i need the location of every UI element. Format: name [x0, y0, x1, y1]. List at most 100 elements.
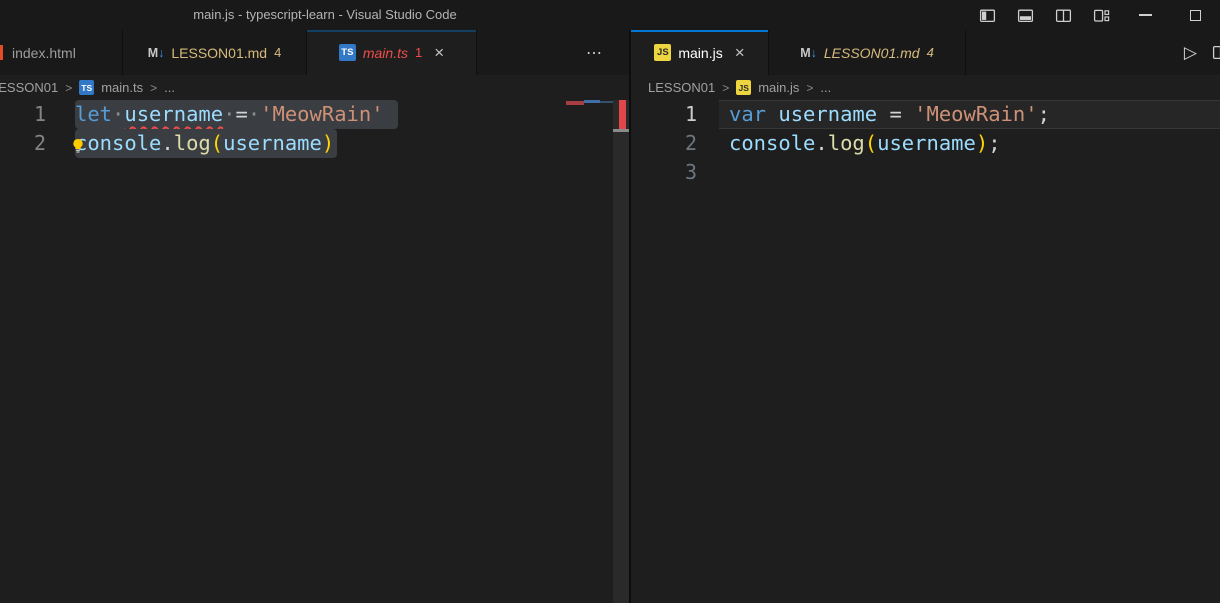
run-file-button[interactable]: ▷ — [1184, 44, 1197, 61]
code-line[interactable]: 1 var username = 'MeowRain'; — [631, 100, 1220, 129]
right-breadcrumbs: LESSON01 > JS main.js > ... — [631, 75, 1220, 100]
tab-overflow-button[interactable]: ⋯ — [582, 41, 607, 65]
toggle-panel-icon[interactable] — [1006, 0, 1044, 30]
code-token: 'MeowRain' — [260, 102, 383, 126]
line-number: 2 — [0, 129, 46, 158]
chevron-right-icon: > — [65, 81, 72, 95]
code-token: log — [174, 131, 211, 155]
right-editor[interactable]: 1 var username = 'MeowRain'; 2 console.log(… — [631, 100, 1220, 603]
tab-main-js[interactable]: JS main.js × — [631, 30, 769, 75]
editor-actions: ▷ — [1184, 44, 1220, 61]
chevron-right-icon: > — [806, 81, 813, 95]
left-tab-bar: index.html M↓ LESSON01.md 4 TS main.ts 1… — [0, 30, 629, 75]
code-line[interactable]: 2 console.log(username) — [0, 129, 629, 158]
maximize-button[interactable] — [1170, 0, 1220, 30]
close-icon[interactable]: × — [735, 44, 745, 61]
lightbulb-icon[interactable] — [70, 133, 86, 162]
code-token: username — [877, 131, 976, 155]
titlebar-controls — [968, 0, 1220, 30]
code-token: log — [828, 131, 865, 155]
problems-badge: 4 — [927, 45, 934, 60]
tab-label: index.html — [12, 45, 76, 61]
code-token: . — [161, 131, 173, 155]
code-token: · — [223, 102, 235, 126]
line-number: 3 — [631, 158, 697, 187]
code-token: = — [235, 102, 247, 126]
typescript-icon: TS — [339, 44, 356, 61]
code-token: · — [112, 102, 124, 126]
chevron-right-icon: > — [150, 81, 157, 95]
selection-highlight: console.log(username) — [75, 129, 337, 158]
code-line[interactable]: 1let·username·=·'MeowRain' — [0, 100, 629, 129]
left-editor[interactable]: 1let·username·=·'MeowRain'2console.log(u… — [0, 100, 629, 603]
tab-lesson01-md-right[interactable]: M↓ LESSON01.md 4 — [769, 30, 966, 75]
minimap-line2-mark — [584, 100, 600, 103]
code-token — [902, 102, 914, 126]
code-token: · — [248, 102, 260, 126]
tab-label: LESSON01.md — [171, 45, 267, 61]
code-line[interactable]: 3 — [631, 158, 1220, 187]
code-token: username — [223, 131, 322, 155]
code-token: username — [778, 102, 877, 126]
split-editor-button[interactable] — [1212, 44, 1220, 61]
code-text: var username = 'MeowRain'; — [729, 100, 1050, 129]
code-text: let·username·=·'MeowRain' — [75, 100, 398, 129]
line-number: 1 — [631, 100, 697, 129]
minimize-icon — [1139, 14, 1152, 16]
code-token: ; — [1038, 102, 1050, 126]
selection-highlight: let·username·=·'MeowRain' — [75, 100, 398, 129]
tab-main-ts[interactable]: TS main.ts 1 × — [307, 30, 477, 75]
error-squiggle-token: username — [124, 102, 223, 126]
line-number: 1 — [0, 100, 46, 129]
breadcrumb-folder[interactable]: LESSON01 — [648, 80, 715, 95]
overview-cursor-marker — [613, 129, 629, 132]
split-editor-icon[interactable] — [1044, 0, 1082, 30]
code-token: 'MeowRain' — [914, 102, 1037, 126]
problems-badge: 4 — [274, 45, 281, 60]
tab-lesson01-md[interactable]: M↓ LESSON01.md 4 — [123, 30, 307, 75]
toggle-sidebar-icon[interactable] — [968, 0, 1006, 30]
tab-label: main.js — [678, 45, 722, 61]
customize-layout-icon[interactable] — [1082, 0, 1120, 30]
close-icon[interactable]: × — [434, 44, 444, 61]
title-bar: main.js - typescript-learn - Visual Stud… — [0, 0, 1220, 30]
minimize-button[interactable] — [1120, 0, 1170, 30]
breadcrumb-more[interactable]: ... — [820, 80, 831, 95]
line-number: 2 — [631, 129, 697, 158]
code-token — [877, 102, 889, 126]
code-token: ; — [988, 131, 1000, 155]
code-token: ( — [211, 131, 223, 155]
breadcrumb-file[interactable]: main.js — [758, 80, 799, 95]
code-token: let — [75, 102, 112, 126]
tab-label: LESSON01.md — [824, 45, 920, 61]
left-breadcrumbs: LESSON01 > TS main.ts > ... — [0, 75, 629, 100]
code-line[interactable]: 2 console.log(username); — [631, 129, 1220, 158]
minimap-line1-mark — [566, 101, 584, 105]
left-code: 1let·username·=·'MeowRain'2console.log(u… — [0, 100, 629, 158]
chevron-right-icon: > — [722, 81, 729, 95]
maximize-icon — [1190, 10, 1201, 21]
markdown-icon: M↓ — [148, 46, 165, 60]
code-token: console — [729, 131, 815, 155]
code-token — [766, 102, 778, 126]
code-text: console.log(username) — [75, 129, 337, 158]
code-token: ) — [322, 131, 334, 155]
tab-index-html[interactable]: index.html — [0, 30, 123, 75]
code-token: console — [75, 131, 161, 155]
window-title: main.js - typescript-learn - Visual Stud… — [0, 0, 650, 30]
minimap-line-trail — [600, 101, 613, 103]
breadcrumb-more[interactable]: ... — [164, 80, 175, 95]
code-token: ) — [976, 131, 988, 155]
code-token: . — [815, 131, 827, 155]
tab-label: main.ts — [363, 45, 408, 61]
overview-error-marker — [619, 100, 626, 129]
code-token: = — [889, 102, 901, 126]
breadcrumb-file[interactable]: main.ts — [101, 80, 143, 95]
right-code: 1 var username = 'MeowRain'; 2 console.log(… — [631, 100, 1220, 187]
code-token: ( — [865, 131, 877, 155]
code-token: var — [729, 102, 766, 126]
vertical-scrollbar[interactable] — [613, 100, 629, 603]
breadcrumb-folder[interactable]: LESSON01 — [0, 80, 58, 95]
javascript-icon: JS — [736, 80, 751, 95]
markdown-icon: M↓ — [800, 46, 817, 60]
